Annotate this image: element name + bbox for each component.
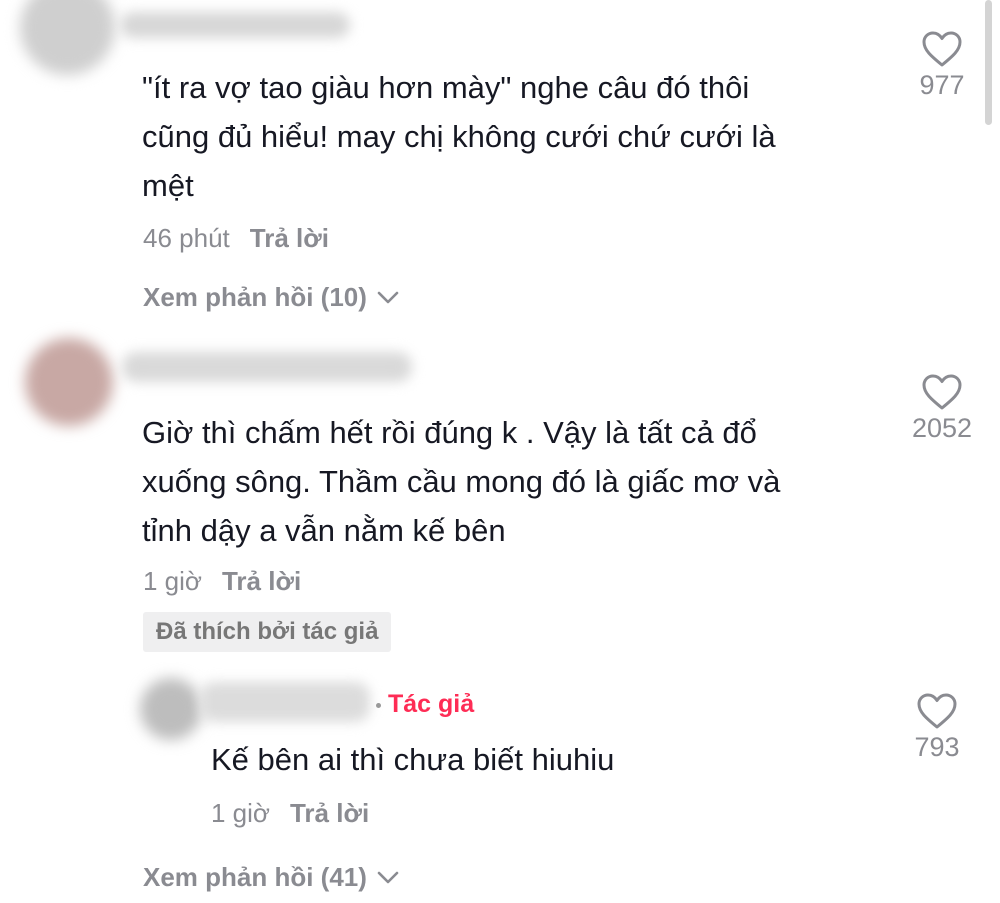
chevron-down-icon	[377, 291, 399, 303]
reply-meta: 1 giờ Trả lời	[211, 798, 369, 829]
avatar[interactable]	[20, 0, 115, 75]
like-button[interactable]: 793	[892, 692, 982, 763]
comment-text-line: tỉnh dậy a vẫn nằm kế bên	[142, 513, 506, 548]
heart-outline-icon	[922, 374, 962, 410]
comment-text-line: Giờ thì chấm hết rồi đúng k . Vậy là tất…	[142, 415, 757, 450]
comment-text-line: "ít ra vợ tao giàu hơn mày" nghe câu đó …	[142, 70, 750, 105]
like-count: 977	[919, 70, 965, 100]
like-count: 2052	[911, 413, 973, 443]
heart-outline-icon	[917, 693, 957, 729]
author-tag: Tác giả	[388, 690, 475, 718]
username[interactable]	[122, 352, 412, 382]
reply-time: 1 giờ	[211, 798, 270, 828]
reply-button[interactable]: Trả lời	[290, 798, 369, 828]
view-replies-button[interactable]: Xem phản hồi (41)	[143, 862, 399, 893]
comment-text-line: mệt	[142, 168, 194, 203]
avatar[interactable]	[140, 678, 202, 740]
comment-text-line: xuống sông. Thầm cầu mong đó là giấc mơ …	[142, 464, 781, 499]
username[interactable]	[120, 12, 350, 38]
avatar[interactable]	[25, 338, 113, 426]
reply-text: Kế bên ai thì chưa biết hiuhiu	[211, 742, 615, 777]
separator-dot	[376, 703, 381, 708]
chevron-down-icon	[377, 871, 399, 883]
view-replies-label: Xem phản hồi (10)	[143, 282, 367, 312]
reply-button[interactable]: Trả lời	[222, 566, 301, 596]
liked-by-author-badge: Đã thích bởi tác giả	[143, 612, 392, 652]
reply-button[interactable]: Trả lời	[250, 223, 329, 253]
comment-meta: 46 phút Trả lời	[143, 223, 329, 254]
comment-meta: 1 giờ Trả lời	[143, 566, 301, 597]
comment-time: 1 giờ	[143, 566, 202, 596]
like-button[interactable]: 2052	[897, 373, 987, 444]
heart-outline-icon	[922, 31, 962, 67]
like-button[interactable]: 977	[897, 30, 987, 101]
like-count: 793	[914, 732, 960, 762]
view-replies-label: Xem phản hồi (41)	[143, 862, 367, 892]
view-replies-button[interactable]: Xem phản hồi (10)	[143, 282, 399, 313]
comment-time: 46 phút	[143, 223, 230, 253]
username[interactable]	[200, 682, 370, 722]
comment-text-line: cũng đủ hiểu! may chị không cưới chứ cướ…	[142, 119, 776, 154]
